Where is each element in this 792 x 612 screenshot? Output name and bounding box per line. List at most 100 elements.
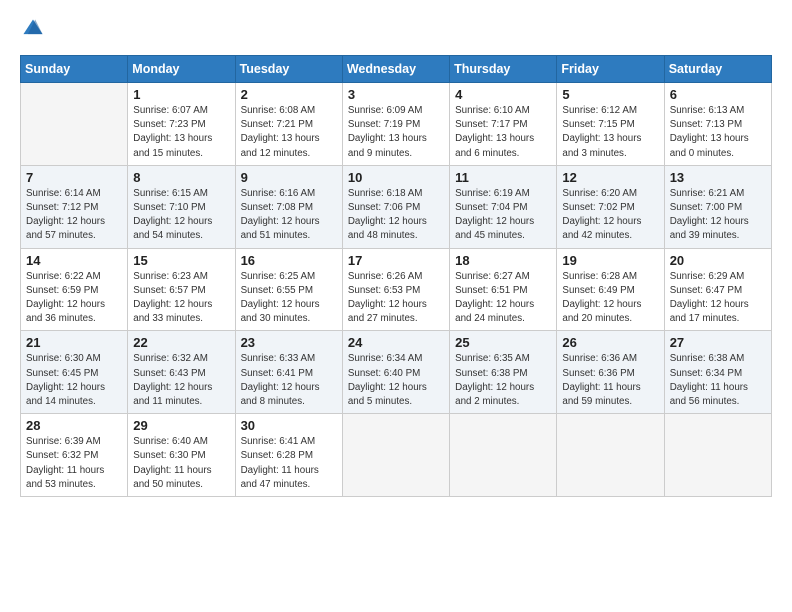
day-info: Sunrise: 6:36 AMSunset: 6:36 PMDaylight:… <box>562 352 658 409</box>
logo-icon <box>22 18 44 40</box>
calendar-cell: 4 Sunrise: 6:10 AMSunset: 7:17 PMDaylight… <box>450 83 557 166</box>
calendar-cell: 17Sunrise: 6:26 AMSunset: 6:53 PMDayligh… <box>342 248 449 331</box>
day-info: Sunrise: 6:33 AMSunset: 6:41 PMDaylight:… <box>241 352 337 409</box>
calendar-cell: 28 Sunrise: 6:39 AMSunset: 6:32 PMDayligh… <box>21 414 128 497</box>
calendar-cell <box>21 83 128 166</box>
day-number: 3 <box>348 87 444 102</box>
day-info: Sunrise: 6:38 AMSunset: 6:34 PMDaylight:… <box>670 352 766 409</box>
calendar-cell <box>664 414 771 497</box>
calendar-cell: 19 Sunrise: 6:28 AMSunset: 6:49 PMDayligh… <box>557 248 664 331</box>
day-number: 5 <box>562 87 658 102</box>
weekday-header-tuesday: Tuesday <box>235 56 342 83</box>
calendar-cell: 22 Sunrise: 6:32 AMSunset: 6:43 PMDayligh… <box>128 331 235 414</box>
calendar-cell <box>342 414 449 497</box>
day-number: 12 <box>562 170 658 185</box>
day-number: 22 <box>133 335 229 350</box>
day-number: 4 <box>455 87 551 102</box>
calendar-cell: 25 Sunrise: 6:35 AMSunset: 6:38 PMDayligh… <box>450 331 557 414</box>
day-number: 27 <box>670 335 766 350</box>
day-number: 21 <box>26 335 122 350</box>
day-info: Sunrise: 6:13 AMSunset: 7:13 PMDaylight:… <box>670 104 766 161</box>
day-info: Sunrise: 6:08 AMSunset: 7:21 PMDaylight:… <box>241 104 337 161</box>
day-info: Sunrise: 6:40 AMSunset: 6:30 PMDaylight:… <box>133 435 229 492</box>
calendar-week-row: 1 Sunrise: 6:07 AMSunset: 7:23 PMDaylight… <box>21 83 772 166</box>
calendar-cell: 1 Sunrise: 6:07 AMSunset: 7:23 PMDaylight… <box>128 83 235 166</box>
day-number: 24 <box>348 335 444 350</box>
logo <box>20 18 46 45</box>
day-info: Sunrise: 6:26 AMSunset: 6:53 PMDaylight:… <box>348 270 444 327</box>
day-info: Sunrise: 6:30 AMSunset: 6:45 PMDaylight:… <box>26 352 122 409</box>
day-number: 9 <box>241 170 337 185</box>
day-number: 10 <box>348 170 444 185</box>
day-number: 26 <box>562 335 658 350</box>
day-number: 25 <box>455 335 551 350</box>
day-info: Sunrise: 6:32 AMSunset: 6:43 PMDaylight:… <box>133 352 229 409</box>
day-info: Sunrise: 6:35 AMSunset: 6:38 PMDaylight:… <box>455 352 551 409</box>
day-info: Sunrise: 6:39 AMSunset: 6:32 PMDaylight:… <box>26 435 122 492</box>
day-info: Sunrise: 6:07 AMSunset: 7:23 PMDaylight:… <box>133 104 229 161</box>
day-number: 2 <box>241 87 337 102</box>
day-number: 18 <box>455 253 551 268</box>
calendar-cell: 26 Sunrise: 6:36 AMSunset: 6:36 PMDayligh… <box>557 331 664 414</box>
day-number: 19 <box>562 253 658 268</box>
calendar-cell: 30Sunrise: 6:41 AMSunset: 6:28 PMDayligh… <box>235 414 342 497</box>
calendar-cell: 6Sunrise: 6:13 AMSunset: 7:13 PMDaylight… <box>664 83 771 166</box>
day-info: Sunrise: 6:20 AMSunset: 7:02 PMDaylight:… <box>562 187 658 244</box>
calendar-cell: 10 Sunrise: 6:18 AMSunset: 7:06 PMDayligh… <box>342 165 449 248</box>
day-number: 8 <box>133 170 229 185</box>
day-info: Sunrise: 6:10 AMSunset: 7:17 PMDaylight:… <box>455 104 551 161</box>
calendar-cell: 9 Sunrise: 6:16 AMSunset: 7:08 PMDaylight… <box>235 165 342 248</box>
day-info: Sunrise: 6:14 AMSunset: 7:12 PMDaylight:… <box>26 187 122 244</box>
weekday-header-monday: Monday <box>128 56 235 83</box>
header <box>20 18 772 45</box>
day-number: 23 <box>241 335 337 350</box>
calendar-table: SundayMondayTuesdayWednesdayThursdayFrid… <box>20 55 772 497</box>
calendar-header-row: SundayMondayTuesdayWednesdayThursdayFrid… <box>21 56 772 83</box>
calendar-cell: 27 Sunrise: 6:38 AMSunset: 6:34 PMDayligh… <box>664 331 771 414</box>
day-info: Sunrise: 6:18 AMSunset: 7:06 PMDaylight:… <box>348 187 444 244</box>
day-number: 14 <box>26 253 122 268</box>
day-info: Sunrise: 6:22 AMSunset: 6:59 PMDaylight:… <box>26 270 122 327</box>
calendar-cell: 11 Sunrise: 6:19 AMSunset: 7:04 PMDayligh… <box>450 165 557 248</box>
day-number: 15 <box>133 253 229 268</box>
calendar-week-row: 7 Sunrise: 6:14 AMSunset: 7:12 PMDaylight… <box>21 165 772 248</box>
day-info: Sunrise: 6:23 AMSunset: 6:57 PMDaylight:… <box>133 270 229 327</box>
day-number: 7 <box>26 170 122 185</box>
weekday-header-saturday: Saturday <box>664 56 771 83</box>
calendar-cell <box>557 414 664 497</box>
calendar-week-row: 14 Sunrise: 6:22 AMSunset: 6:59 PMDayligh… <box>21 248 772 331</box>
calendar-cell <box>450 414 557 497</box>
day-number: 28 <box>26 418 122 433</box>
calendar-cell: 24 Sunrise: 6:34 AMSunset: 6:40 PMDayligh… <box>342 331 449 414</box>
day-info: Sunrise: 6:16 AMSunset: 7:08 PMDaylight:… <box>241 187 337 244</box>
calendar-cell: 18Sunrise: 6:27 AMSunset: 6:51 PMDayligh… <box>450 248 557 331</box>
day-number: 30 <box>241 418 337 433</box>
day-number: 20 <box>670 253 766 268</box>
day-info: Sunrise: 6:29 AMSunset: 6:47 PMDaylight:… <box>670 270 766 327</box>
calendar-cell: 2 Sunrise: 6:08 AMSunset: 7:21 PMDaylight… <box>235 83 342 166</box>
calendar-cell: 29Sunrise: 6:40 AMSunset: 6:30 PMDayligh… <box>128 414 235 497</box>
calendar-cell: 14 Sunrise: 6:22 AMSunset: 6:59 PMDayligh… <box>21 248 128 331</box>
day-number: 1 <box>133 87 229 102</box>
day-info: Sunrise: 6:12 AMSunset: 7:15 PMDaylight:… <box>562 104 658 161</box>
calendar-cell: 15 Sunrise: 6:23 AMSunset: 6:57 PMDayligh… <box>128 248 235 331</box>
weekday-header-sunday: Sunday <box>21 56 128 83</box>
day-number: 11 <box>455 170 551 185</box>
day-info: Sunrise: 6:21 AMSunset: 7:00 PMDaylight:… <box>670 187 766 244</box>
calendar-cell: 23 Sunrise: 6:33 AMSunset: 6:41 PMDayligh… <box>235 331 342 414</box>
calendar-cell: 3 Sunrise: 6:09 AMSunset: 7:19 PMDaylight… <box>342 83 449 166</box>
day-info: Sunrise: 6:09 AMSunset: 7:19 PMDaylight:… <box>348 104 444 161</box>
calendar-week-row: 28 Sunrise: 6:39 AMSunset: 6:32 PMDayligh… <box>21 414 772 497</box>
weekday-header-wednesday: Wednesday <box>342 56 449 83</box>
page: SundayMondayTuesdayWednesdayThursdayFrid… <box>0 0 792 612</box>
day-info: Sunrise: 6:15 AMSunset: 7:10 PMDaylight:… <box>133 187 229 244</box>
day-info: Sunrise: 6:25 AMSunset: 6:55 PMDaylight:… <box>241 270 337 327</box>
calendar-cell: 20 Sunrise: 6:29 AMSunset: 6:47 PMDayligh… <box>664 248 771 331</box>
day-info: Sunrise: 6:34 AMSunset: 6:40 PMDaylight:… <box>348 352 444 409</box>
day-info: Sunrise: 6:28 AMSunset: 6:49 PMDaylight:… <box>562 270 658 327</box>
day-info: Sunrise: 6:19 AMSunset: 7:04 PMDaylight:… <box>455 187 551 244</box>
calendar-cell: 7 Sunrise: 6:14 AMSunset: 7:12 PMDaylight… <box>21 165 128 248</box>
calendar-cell: 5 Sunrise: 6:12 AMSunset: 7:15 PMDaylight… <box>557 83 664 166</box>
calendar-week-row: 21 Sunrise: 6:30 AMSunset: 6:45 PMDayligh… <box>21 331 772 414</box>
weekday-header-friday: Friday <box>557 56 664 83</box>
